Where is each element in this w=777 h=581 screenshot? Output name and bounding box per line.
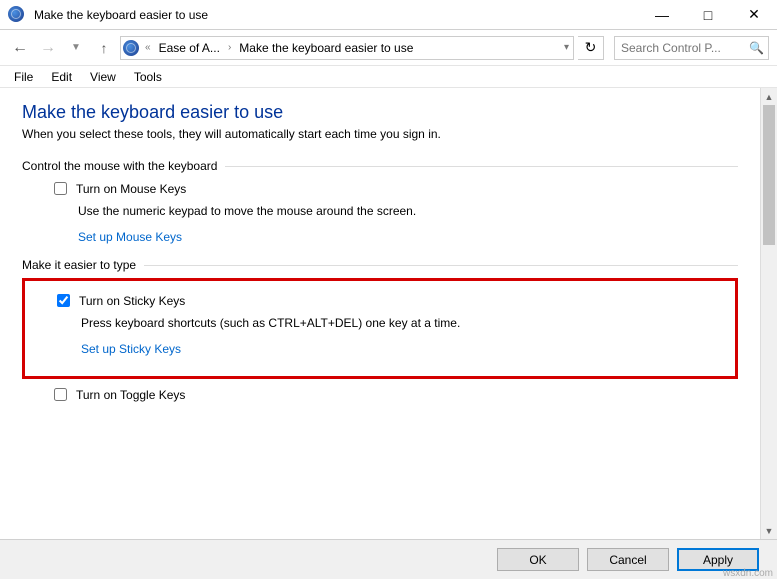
minimize-button[interactable]: —	[639, 0, 685, 30]
sticky-keys-option[interactable]: Turn on Sticky Keys	[53, 291, 735, 310]
mouse-keys-option[interactable]: Turn on Mouse Keys	[50, 179, 738, 198]
toggle-keys-label: Turn on Toggle Keys	[76, 388, 185, 402]
recent-dropdown-icon[interactable]: ▼	[64, 36, 88, 60]
section-type-header: Make it easier to type	[22, 258, 738, 272]
watermark: wsxdn.com	[723, 568, 773, 579]
refresh-button[interactable]: ↻	[578, 36, 604, 60]
window-title: Make the keyboard easier to use	[34, 8, 639, 22]
scroll-up-icon[interactable]: ▲	[761, 88, 777, 105]
up-button[interactable]: ↑	[92, 36, 116, 60]
content-area: Make the keyboard easier to use When you…	[0, 88, 760, 539]
menu-edit[interactable]: Edit	[43, 68, 80, 86]
ok-button[interactable]: OK	[497, 548, 579, 571]
setup-sticky-keys-link[interactable]: Set up Sticky Keys	[81, 342, 735, 356]
search-box[interactable]: 🔍	[614, 36, 769, 60]
window-titlebar: Make the keyboard easier to use — □ ✕	[0, 0, 777, 30]
section-mouse-header: Control the mouse with the keyboard	[22, 159, 738, 173]
toggle-keys-checkbox[interactable]	[54, 388, 67, 401]
sticky-keys-label: Turn on Sticky Keys	[79, 294, 185, 308]
page-title: Make the keyboard easier to use	[22, 102, 738, 123]
search-input[interactable]	[619, 40, 764, 56]
close-button[interactable]: ✕	[731, 0, 777, 30]
forward-button[interactable]: →	[36, 36, 60, 60]
page-subtitle: When you select these tools, they will a…	[22, 127, 738, 141]
breadcrumb-ease-of-access[interactable]: Ease of A...	[157, 41, 222, 55]
vertical-scrollbar[interactable]: ▲ ▼	[760, 88, 777, 539]
back-button[interactable]: ←	[8, 36, 32, 60]
sticky-keys-checkbox[interactable]	[57, 294, 70, 307]
app-icon	[8, 6, 26, 24]
sticky-keys-highlight: Turn on Sticky Keys Press keyboard short…	[22, 278, 738, 379]
maximize-button[interactable]: □	[685, 0, 731, 30]
nav-toolbar: ← → ▼ ↑ « Ease of A... › Make the keyboa…	[0, 30, 777, 66]
address-icon	[123, 40, 139, 56]
mouse-keys-description: Use the numeric keypad to move the mouse…	[78, 204, 738, 218]
scroll-thumb[interactable]	[763, 105, 775, 245]
scroll-down-icon[interactable]: ▼	[761, 522, 777, 539]
address-bar[interactable]: « Ease of A... › Make the keyboard easie…	[120, 36, 574, 60]
sticky-keys-description: Press keyboard shortcuts (such as CTRL+A…	[81, 316, 735, 330]
search-icon[interactable]: 🔍	[749, 41, 764, 55]
menu-tools[interactable]: Tools	[126, 68, 170, 86]
cancel-button[interactable]: Cancel	[587, 548, 669, 571]
setup-mouse-keys-link[interactable]: Set up Mouse Keys	[78, 230, 738, 244]
toggle-keys-option[interactable]: Turn on Toggle Keys	[50, 385, 738, 404]
mouse-keys-label: Turn on Mouse Keys	[76, 182, 186, 196]
menu-bar: File Edit View Tools	[0, 66, 777, 88]
menu-view[interactable]: View	[82, 68, 124, 86]
address-dropdown-icon[interactable]: ▾	[562, 42, 571, 53]
breadcrumb-current[interactable]: Make the keyboard easier to use	[237, 41, 415, 55]
menu-file[interactable]: File	[6, 68, 41, 86]
address-root-chevron-icon[interactable]: «	[143, 42, 153, 53]
mouse-keys-checkbox[interactable]	[54, 182, 67, 195]
chevron-right-icon[interactable]: ›	[226, 42, 233, 53]
dialog-buttons: OK Cancel Apply	[0, 539, 777, 579]
